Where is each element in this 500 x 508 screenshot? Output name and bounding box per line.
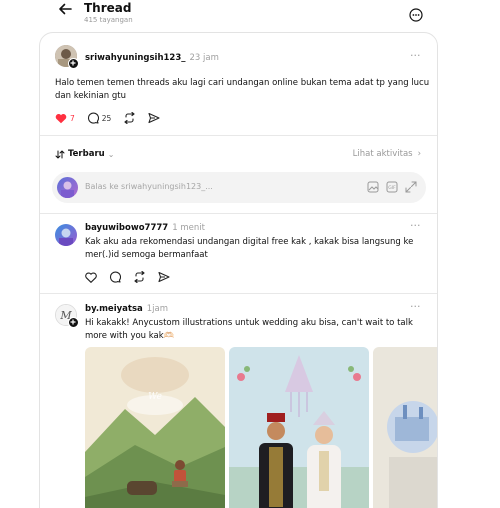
reply-username[interactable]: bayuwibowo7777 1 menit — [85, 223, 205, 233]
top-bar: Thread 415 tayangan — [0, 0, 500, 30]
page-title: Thread — [84, 1, 132, 15]
reply-actions — [85, 271, 182, 283]
media-carousel[interactable]: We — [85, 347, 437, 508]
expand-icon[interactable] — [405, 181, 417, 196]
more-circle-icon[interactable] — [409, 8, 423, 22]
media-image-invitation[interactable] — [373, 347, 437, 508]
reply-icons: GIF — [360, 181, 417, 196]
share-icon — [158, 271, 170, 283]
sort-icon — [55, 150, 65, 158]
reply-input[interactable]: Balas ke sriwahyuningsih123_... GIF — [52, 172, 426, 203]
post-text: Halo temen temen threads aku lagi cari u… — [55, 77, 430, 103]
post-username-text[interactable]: sriwahyuningsih123_ — [85, 53, 186, 63]
reply-username-text[interactable]: bayuwibowo7777 — [85, 223, 168, 233]
heart-icon — [85, 271, 97, 283]
reply-text-line: Hi kakakk! Anycustom illustrations untuk… — [85, 318, 413, 328]
divider — [40, 213, 437, 214]
reply-avatar[interactable] — [55, 224, 77, 246]
view-count: 415 tayangan — [84, 16, 133, 24]
reply-time: 1 menit — [172, 223, 205, 233]
thread-card: sriwahyuningsih123_ 23 jam ··· Halo temen… — [39, 32, 438, 508]
like-count: 7 — [70, 113, 75, 123]
reply-username[interactable]: by.meiyatsa 1jam — [85, 304, 168, 314]
view-activity-link[interactable]: Lihat aktivitas › — [353, 149, 421, 159]
repost-button[interactable] — [133, 271, 146, 283]
image-icon[interactable] — [367, 181, 379, 196]
svg-text:GIF: GIF — [388, 185, 396, 191]
heart-icon — [55, 113, 67, 123]
svg-text:We: We — [148, 392, 162, 402]
reply-text: Kak aku ada rekomendasi undangan digital… — [85, 236, 430, 262]
reply-more-icon[interactable]: ··· — [410, 219, 421, 232]
share-button[interactable] — [148, 112, 160, 124]
like-button[interactable]: 7 — [55, 113, 75, 124]
post-username[interactable]: sriwahyuningsih123_ 23 jam — [85, 53, 219, 63]
repost-icon — [134, 271, 145, 283]
divider — [40, 293, 437, 294]
back-arrow-icon[interactable] — [57, 2, 73, 16]
plus-badge-icon[interactable] — [68, 58, 79, 69]
comment-button[interactable]: 25 — [87, 112, 112, 124]
chevron-down-icon: ⌄ — [107, 149, 115, 159]
post-time: 23 jam — [189, 53, 219, 63]
share-button[interactable] — [158, 271, 170, 283]
reply-count: 25 — [101, 113, 112, 123]
chevron-right-icon: › — [417, 149, 421, 159]
post-text-line: dan kekinian gtu — [55, 91, 126, 101]
post-more-icon[interactable]: ··· — [410, 49, 421, 62]
reply-text: Hi kakakk! Anycustom illustrations untuk… — [85, 317, 430, 343]
gif-icon[interactable]: GIF — [386, 181, 398, 196]
own-avatar — [57, 177, 78, 198]
sort-label: Terbaru — [68, 149, 105, 159]
reply-placeholder: Balas ke sriwahyuningsih123_... — [85, 182, 213, 191]
share-icon — [148, 112, 160, 124]
reply-text-line: Kak aku ada rekomendasi undangan digital… — [85, 237, 414, 247]
media-image-wedding-couple[interactable] — [229, 347, 369, 508]
comment-icon — [110, 271, 121, 283]
comment-button[interactable] — [109, 271, 121, 283]
sort-dropdown[interactable]: Terbaru ⌄ — [55, 149, 114, 159]
comment-icon — [87, 112, 99, 124]
divider — [40, 135, 437, 136]
repost-icon — [124, 112, 135, 124]
reply-time: 1jam — [146, 304, 169, 314]
reply-text-line: mer(.)id semoga bermanfaat — [85, 250, 208, 260]
repost-button[interactable] — [123, 112, 136, 124]
reply-more-icon[interactable]: ··· — [410, 300, 421, 313]
reply-text-line: more with you kak🫶🏻 — [85, 331, 175, 341]
activity-label: Lihat aktivitas — [352, 149, 413, 159]
like-button[interactable] — [85, 271, 97, 283]
post-actions: 7 25 — [55, 112, 172, 124]
media-image-mountain-illustration[interactable]: We — [85, 347, 225, 508]
post-text-line: Halo temen temen threads aku lagi cari u… — [55, 78, 430, 88]
reply-username-text[interactable]: by.meiyatsa — [85, 304, 143, 314]
plus-badge-icon[interactable] — [68, 317, 79, 328]
